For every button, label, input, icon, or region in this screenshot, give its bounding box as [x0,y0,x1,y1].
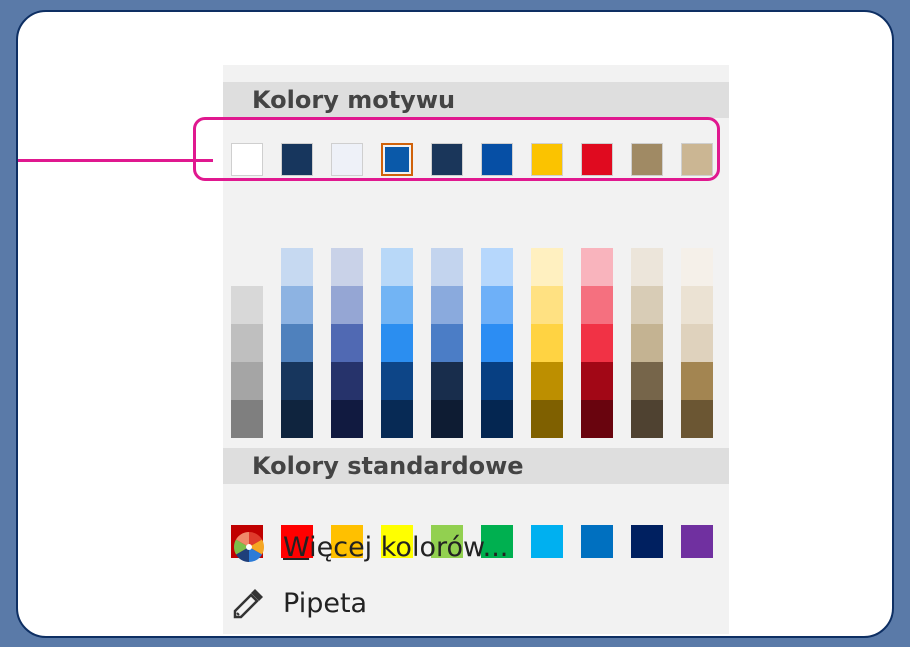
eyedropper-item[interactable]: Pipeta [223,583,729,623]
theme-shade-swatch[interactable] [681,324,713,362]
theme-shade-swatch[interactable] [331,362,363,400]
callout-line [18,159,213,162]
theme-shade-swatch[interactable] [581,362,613,400]
theme-colors-heading: Kolory motywu [223,82,729,118]
frame: Kolory motywu Kolory standardowe Więcej … [16,10,894,638]
theme-shade-swatch[interactable] [481,248,513,286]
eyedropper-icon [233,589,263,619]
theme-shade-column [681,248,713,441]
theme-shade-swatch[interactable] [431,248,463,286]
theme-shade-swatch[interactable] [481,324,513,362]
theme-shade-swatch[interactable] [631,286,663,324]
theme-shade-swatch[interactable] [581,400,613,438]
theme-shade-swatch[interactable] [381,286,413,324]
theme-shade-swatch[interactable] [481,286,513,324]
theme-shade-swatch[interactable] [381,248,413,286]
theme-shade-swatch[interactable] [231,400,263,438]
theme-shade-swatch[interactable] [631,324,663,362]
theme-shade-column [331,248,363,441]
theme-shade-swatch[interactable] [531,362,563,400]
color-wheel-icon [233,532,265,562]
theme-shade-swatch[interactable] [331,286,363,324]
theme-shade-swatch[interactable] [431,324,463,362]
theme-shade-swatch[interactable] [581,248,613,286]
theme-shade-column [481,248,513,441]
theme-shade-column [531,248,563,441]
theme-shade-swatch[interactable] [231,248,263,286]
theme-shade-swatch[interactable] [431,362,463,400]
theme-shade-column [281,248,313,441]
theme-shade-swatch[interactable] [681,248,713,286]
theme-shade-swatch[interactable] [431,400,463,438]
theme-shade-swatch[interactable] [531,324,563,362]
theme-shade-swatch[interactable] [681,362,713,400]
theme-shade-swatch[interactable] [381,324,413,362]
theme-shade-swatch[interactable] [331,324,363,362]
theme-shade-swatch[interactable] [231,362,263,400]
eyedropper-label: Pipeta [283,587,368,619]
theme-shade-swatch[interactable] [231,324,263,362]
theme-shade-swatch[interactable] [531,286,563,324]
theme-shade-swatch[interactable] [531,400,563,438]
standard-colors-heading: Kolory standardowe [223,448,729,484]
theme-shade-swatch[interactable] [381,362,413,400]
more-colors-label: Więcej kolorów... [283,531,509,563]
theme-shade-swatch[interactable] [631,400,663,438]
theme-shade-swatch[interactable] [281,362,313,400]
theme-shade-swatch[interactable] [431,286,463,324]
theme-shade-swatch[interactable] [331,248,363,286]
theme-shade-swatch[interactable] [631,362,663,400]
theme-shade-swatch[interactable] [581,324,613,362]
more-colors-item[interactable]: Więcej kolorów... [223,527,729,567]
theme-shade-swatch[interactable] [331,400,363,438]
theme-shade-swatch[interactable] [531,248,563,286]
theme-shade-swatch[interactable] [381,400,413,438]
theme-shade-swatch[interactable] [481,362,513,400]
theme-shade-swatch[interactable] [281,286,313,324]
theme-shade-swatch[interactable] [631,248,663,286]
theme-shade-column [431,248,463,441]
theme-shade-swatch[interactable] [281,324,313,362]
theme-shade-column [581,248,613,441]
theme-shade-swatch[interactable] [481,400,513,438]
theme-shade-column [631,248,663,441]
theme-colors-highlight [193,117,720,181]
theme-shade-swatch[interactable] [231,286,263,324]
theme-shade-swatch[interactable] [281,248,313,286]
theme-shade-swatch[interactable] [681,400,713,438]
theme-shade-swatch[interactable] [681,286,713,324]
theme-shade-swatch[interactable] [281,400,313,438]
theme-shade-column [381,248,413,441]
theme-shade-column [231,248,263,441]
theme-shade-swatch[interactable] [581,286,613,324]
